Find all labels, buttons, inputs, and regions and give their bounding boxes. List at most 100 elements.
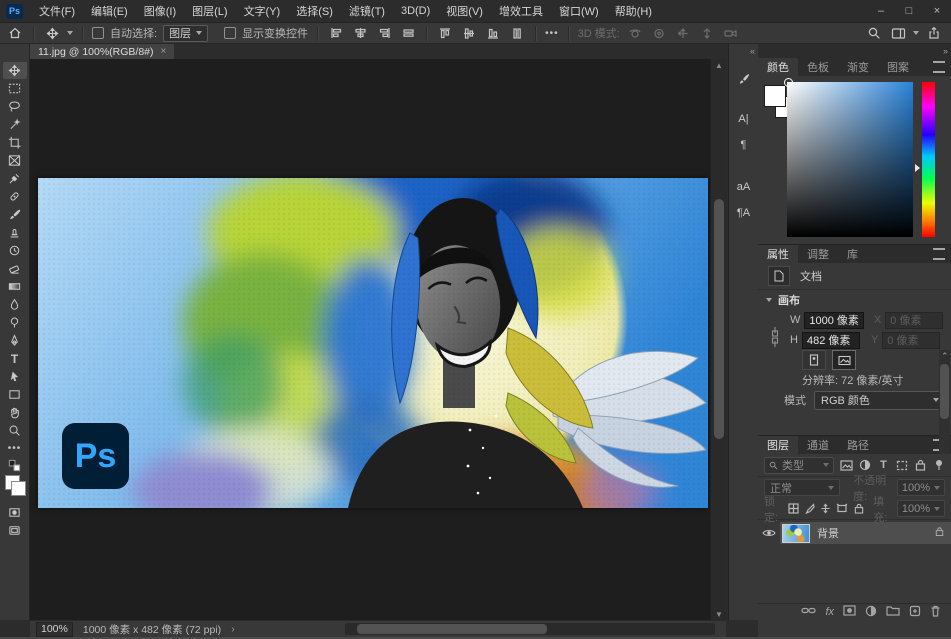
lock-all-icon[interactable] <box>853 501 864 516</box>
status-menu-arrow-icon[interactable]: › <box>231 623 235 635</box>
zoom-tool[interactable] <box>3 422 27 439</box>
auto-select-checkbox[interactable] <box>92 27 104 39</box>
crop-tool[interactable] <box>3 134 27 151</box>
close-button[interactable]: × <box>923 0 951 22</box>
pen-tool[interactable] <box>3 332 27 349</box>
layer-thumbnail[interactable] <box>782 524 810 543</box>
character-panel-icon[interactable]: A| <box>729 106 758 132</box>
eraser-tool[interactable] <box>3 260 27 277</box>
history-brush-tool[interactable] <box>3 242 27 259</box>
lasso-tool[interactable] <box>3 98 27 115</box>
new-layer-icon[interactable] <box>909 605 921 620</box>
panel-menu-icon[interactable] <box>933 248 945 260</box>
rectangular-marquee-tool[interactable] <box>3 80 27 97</box>
layer-visibility-eye-icon[interactable] <box>758 528 780 538</box>
document-tab[interactable]: 11.jpg @ 100%(RGB/8#) × <box>30 44 174 59</box>
link-dimensions-icon[interactable] <box>770 324 780 353</box>
height-field[interactable]: 482 像素 <box>802 332 860 349</box>
filter-shape-layers-icon[interactable] <box>896 458 908 473</box>
lock-artboard-icon[interactable] <box>836 501 848 516</box>
menu-plugins[interactable]: 增效工具 <box>491 0 551 22</box>
tab-layers[interactable]: 图层 <box>758 436 798 454</box>
saturation-brightness-field[interactable] <box>787 82 913 237</box>
filter-toggle-icon[interactable] <box>933 458 945 473</box>
filter-adjustment-layers-icon[interactable] <box>859 458 871 473</box>
share-icon[interactable] <box>925 24 943 42</box>
filter-pixel-layers-icon[interactable] <box>840 458 853 473</box>
gradient-tool[interactable] <box>3 278 27 295</box>
portrait-orientation-button[interactable] <box>802 350 826 370</box>
show-transform-checkbox[interactable] <box>224 27 236 39</box>
paragraph-styles-panel-icon[interactable]: ¶A <box>729 200 758 226</box>
zoom-level-field[interactable]: 100% <box>36 622 73 637</box>
frame-tool[interactable] <box>3 152 27 169</box>
object-selection-tool[interactable] <box>3 116 27 133</box>
move-tool-preset-icon[interactable] <box>43 24 61 42</box>
scroll-up-icon[interactable]: ▲ <box>711 59 727 71</box>
hand-tool[interactable] <box>3 404 27 421</box>
opacity-dropdown[interactable]: 100% <box>897 479 945 496</box>
foreground-color-swatch[interactable] <box>764 85 786 107</box>
path-selection-tool[interactable] <box>3 368 27 385</box>
tab-close-icon[interactable]: × <box>161 46 167 57</box>
tab-paths[interactable]: 路径 <box>838 436 878 454</box>
brushes-panel-icon[interactable] <box>729 66 758 92</box>
distribute-horizontal-icon[interactable] <box>399 24 417 42</box>
screen-mode-button[interactable] <box>3 522 27 539</box>
width-field[interactable]: 1000 像素 <box>804 312 864 329</box>
align-center-vertical-icon[interactable] <box>460 24 478 42</box>
preset-chevron-icon[interactable] <box>67 31 73 35</box>
align-center-horizontal-icon[interactable] <box>351 24 369 42</box>
scroll-up-icon[interactable]: ⌃ <box>941 351 949 362</box>
rectangle-tool[interactable] <box>3 386 27 403</box>
type-tool[interactable]: T <box>3 350 27 367</box>
tab-libraries[interactable]: 库 <box>838 245 867 263</box>
layer-name[interactable]: 背景 <box>817 525 839 541</box>
color-marker[interactable] <box>784 78 793 87</box>
horizontal-scroll-thumb[interactable] <box>357 624 547 634</box>
workspace-chevron-icon[interactable] <box>913 31 919 35</box>
align-top-icon[interactable] <box>436 24 454 42</box>
dodge-tool[interactable] <box>3 314 27 331</box>
filter-smart-objects-icon[interactable] <box>914 458 926 473</box>
eyedropper-tool[interactable] <box>3 170 27 187</box>
align-right-icon[interactable] <box>375 24 393 42</box>
new-adjustment-layer-icon[interactable] <box>865 605 877 620</box>
document-canvas[interactable] <box>38 178 708 508</box>
color-mode-dropdown[interactable]: RGB 颜色 <box>814 391 946 410</box>
menu-window[interactable]: 窗口(W) <box>551 0 607 22</box>
panel-menu-icon[interactable] <box>933 61 945 73</box>
background-color-swatch[interactable] <box>11 481 26 496</box>
tab-channels[interactable]: 通道 <box>798 436 838 454</box>
landscape-orientation-button[interactable] <box>832 350 856 370</box>
fill-dropdown[interactable]: 100% <box>897 500 945 517</box>
spot-healing-brush-tool[interactable] <box>3 188 27 205</box>
blur-tool[interactable] <box>3 296 27 313</box>
menu-image[interactable]: 图像(I) <box>136 0 184 22</box>
edit-toolbar-icon[interactable]: ••• <box>3 440 27 457</box>
menu-help[interactable]: 帮助(H) <box>607 0 660 22</box>
paragraph-panel-icon[interactable]: ¶ <box>729 132 758 158</box>
tab-color[interactable]: 颜色 <box>758 58 798 76</box>
menu-filter[interactable]: 滤镜(T) <box>341 0 393 22</box>
brush-tool[interactable] <box>3 206 27 223</box>
canvas-horizontal-scrollbar[interactable] <box>345 623 715 635</box>
filter-type-dropdown[interactable]: 类型 <box>764 457 834 474</box>
move-tool[interactable] <box>3 62 27 79</box>
filter-type-layers-icon[interactable]: T <box>877 458 889 473</box>
hue-slider[interactable] <box>922 82 935 237</box>
link-layers-icon[interactable] <box>801 606 816 618</box>
layer-row-background[interactable]: 背景 <box>758 522 951 544</box>
tab-patterns[interactable]: 图案 <box>878 58 918 76</box>
distribute-vertical-icon[interactable] <box>508 24 526 42</box>
default-colors-icon[interactable] <box>3 458 27 472</box>
foreground-background-swatches[interactable] <box>3 473 27 503</box>
menu-type[interactable]: 文字(Y) <box>236 0 289 22</box>
clone-stamp-tool[interactable] <box>3 224 27 241</box>
quick-mask-button[interactable] <box>3 504 27 521</box>
more-options-icon[interactable]: ••• <box>545 28 559 39</box>
tab-properties[interactable]: 属性 <box>758 245 798 263</box>
delete-layer-icon[interactable] <box>930 605 941 620</box>
menu-layer[interactable]: 图层(L) <box>184 0 235 22</box>
lock-image-pixels-icon[interactable] <box>804 501 815 516</box>
